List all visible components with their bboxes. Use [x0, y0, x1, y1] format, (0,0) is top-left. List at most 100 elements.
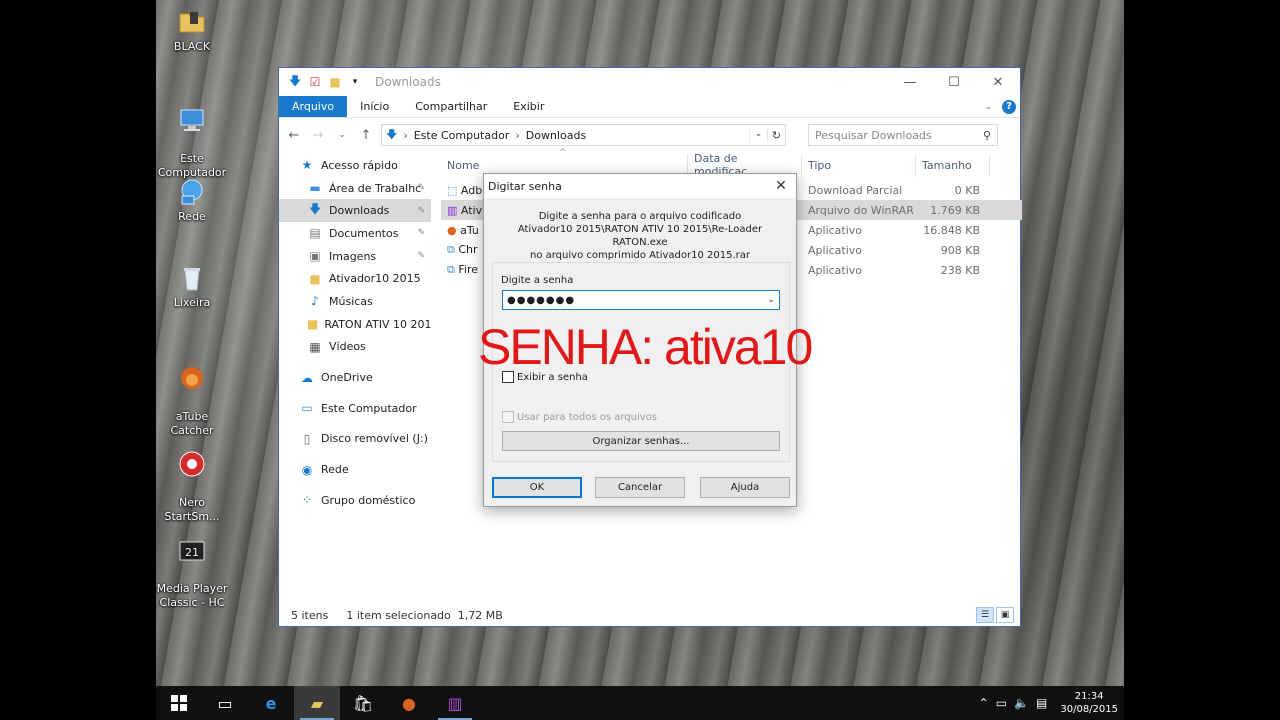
- store-icon[interactable]: 🛍: [340, 686, 386, 720]
- partial-download-icon: ⬚: [447, 183, 458, 197]
- desktop-icon-network[interactable]: Rede: [156, 176, 228, 224]
- column-size[interactable]: Tamanho: [916, 154, 990, 176]
- chevron-down-icon[interactable]: ⌄: [763, 295, 779, 305]
- nav-pictures[interactable]: ▣ Imagens ✎: [279, 245, 431, 268]
- start-button[interactable]: [156, 686, 202, 720]
- properties-icon[interactable]: ☑: [307, 74, 323, 90]
- back-button[interactable]: ←: [285, 128, 303, 143]
- customize-toolbar-icon[interactable]: ▾: [347, 74, 363, 90]
- tab-compartilhar[interactable]: Compartilhar: [402, 96, 500, 117]
- nav-homegroup[interactable]: ⁘ Grupo doméstico: [279, 489, 431, 512]
- atube-taskbar-icon[interactable]: ●: [386, 686, 432, 720]
- search-icon[interactable]: ⚲: [983, 129, 991, 142]
- tab-arquivo[interactable]: Arquivo: [279, 96, 348, 117]
- documents-folder-icon: ▤: [309, 226, 321, 241]
- desktop-folder-icon: ▬: [309, 181, 321, 196]
- nav-this-pc[interactable]: ▭ Este Computador: [279, 397, 431, 420]
- desktop-icon-this-pc[interactable]: Este Computador: [156, 90, 228, 180]
- computer-icon: [180, 109, 204, 131]
- address-row: ← → ⌄ ↑ 🡇 › Este Computador › Downloads …: [279, 118, 1020, 152]
- selection-info: 1 item selecionado 1,72 MB: [346, 608, 503, 622]
- winrar-icon: ▥: [447, 203, 458, 217]
- file-name: aTu: [460, 223, 479, 237]
- nav-downloads[interactable]: 🡇 Downloads ✎: [279, 199, 431, 223]
- task-view-icon[interactable]: ▭: [202, 686, 248, 720]
- nav-label: Imagens: [329, 249, 377, 263]
- nav-desktop[interactable]: ▬ Área de Trabalhc ✎: [279, 177, 431, 200]
- pin-icon[interactable]: ✎: [417, 228, 425, 238]
- new-folder-icon[interactable]: ■: [327, 74, 343, 90]
- desktop-icon-atube[interactable]: aTube Catcher: [156, 348, 228, 438]
- column-type[interactable]: Tipo: [802, 154, 916, 176]
- clock[interactable]: 21:34 30/08/2015: [1060, 690, 1118, 716]
- tab-inicio[interactable]: Início: [347, 96, 402, 117]
- file-type: Aplicativo: [808, 243, 863, 257]
- organize-passwords-button[interactable]: Organizar senhas...: [502, 431, 780, 451]
- desktop-icon-label: Nero StartSm...: [164, 496, 220, 523]
- dialog-message-line: Digite a senha para o arquivo codificado: [538, 211, 742, 222]
- desktop-icon-nero[interactable]: Nero StartSm...: [156, 434, 228, 524]
- nav-music[interactable]: ♪ Músicas: [279, 290, 431, 313]
- ok-button[interactable]: OK: [492, 477, 582, 498]
- nav-documents[interactable]: ▤ Documentos ✎: [279, 222, 431, 245]
- address-bar[interactable]: 🡇 › Este Computador › Downloads ⌄ ↻: [381, 124, 786, 146]
- nav-raton-folder[interactable]: ■ RATON ATIV 10 2015: [279, 313, 431, 336]
- breadcrumb-this-pc[interactable]: Este Computador: [414, 129, 510, 142]
- pin-icon[interactable]: ✎: [417, 206, 425, 216]
- forward-button[interactable]: →: [309, 128, 327, 143]
- desktop-icon-black[interactable]: BLACK: [156, 6, 228, 54]
- checkbox-box[interactable]: [502, 411, 514, 423]
- nav-ativador-folder[interactable]: ■ Ativador10 2015: [279, 267, 431, 290]
- dialog-title-bar: Digitar senha ✕: [484, 174, 796, 198]
- winrar-taskbar-icon[interactable]: ▥: [432, 686, 478, 720]
- large-icons-view-icon[interactable]: ▣: [996, 607, 1014, 623]
- edge-icon[interactable]: e: [248, 686, 294, 720]
- breadcrumb-separator-icon[interactable]: ›: [515, 129, 519, 142]
- file-type: Aplicativo: [808, 223, 863, 237]
- breadcrumb-downloads[interactable]: Downloads: [526, 129, 586, 142]
- pin-icon[interactable]: ✎: [417, 251, 425, 261]
- up-button[interactable]: ↑: [357, 128, 375, 143]
- help-button[interactable]: Ajuda: [700, 477, 790, 498]
- file-size: 16.848 KB: [923, 223, 980, 237]
- file-name: Ativ: [460, 203, 483, 217]
- network-icon: [181, 179, 203, 205]
- maximize-button[interactable]: ☐: [932, 68, 976, 96]
- password-label: Digite a senha: [501, 275, 574, 286]
- nav-network[interactable]: ◉ Rede: [279, 458, 431, 481]
- close-button[interactable]: ✕: [976, 68, 1020, 96]
- nav-removable-drive[interactable]: ▯ Disco removível (J:): [279, 428, 431, 451]
- desktop-icon-mpc[interactable]: 21 Media Player Classic - HC: [156, 520, 228, 610]
- dialog-close-icon[interactable]: ✕: [766, 178, 796, 194]
- nav-quick-access[interactable]: ★ Acesso rápido: [279, 154, 431, 177]
- atube-icon: ●: [447, 223, 457, 237]
- show-hidden-icons-icon[interactable]: ⌃: [979, 696, 989, 710]
- search-input[interactable]: Pesquisar Downloads ⚲: [808, 124, 998, 146]
- recent-locations-icon[interactable]: ⌄: [333, 130, 351, 140]
- help-icon[interactable]: ?: [1002, 99, 1016, 114]
- nav-videos[interactable]: ▦ Vídeos: [279, 336, 431, 359]
- network-icon: ◉: [301, 462, 313, 477]
- file-explorer-icon[interactable]: ▰: [294, 686, 340, 720]
- nav-onedrive[interactable]: ☁ OneDrive: [279, 366, 431, 389]
- address-history-icon[interactable]: ⌄: [749, 128, 767, 142]
- nav-label: Downloads: [329, 204, 390, 218]
- refresh-icon[interactable]: ↻: [767, 128, 785, 142]
- cancel-button[interactable]: Cancelar: [595, 477, 685, 498]
- expand-ribbon-icon[interactable]: ⌄: [984, 102, 992, 112]
- minimize-button[interactable]: —: [888, 68, 932, 96]
- tab-exibir[interactable]: Exibir: [500, 96, 557, 117]
- installer-icon: ⧉: [447, 263, 455, 276]
- dialog-title: Digitar senha: [488, 179, 562, 193]
- download-folder-icon: 🡇: [288, 73, 302, 88]
- password-field[interactable]: ●●●●●●● ⌄: [502, 290, 780, 310]
- network-tray-icon[interactable]: ▭: [996, 696, 1007, 710]
- pin-icon[interactable]: ✎: [417, 183, 425, 193]
- action-center-icon[interactable]: ▤: [1036, 696, 1047, 710]
- volume-icon[interactable]: 🔈: [1014, 696, 1029, 710]
- nav-label: Área de Trabalhc: [329, 181, 422, 195]
- use-for-all-checkbox[interactable]: Usar para todos os arquivos: [502, 411, 657, 423]
- breadcrumb-separator-icon[interactable]: ›: [403, 129, 407, 142]
- desktop-icon-recycle-bin[interactable]: Lixeira: [156, 262, 228, 310]
- details-view-icon[interactable]: ☰: [976, 607, 994, 623]
